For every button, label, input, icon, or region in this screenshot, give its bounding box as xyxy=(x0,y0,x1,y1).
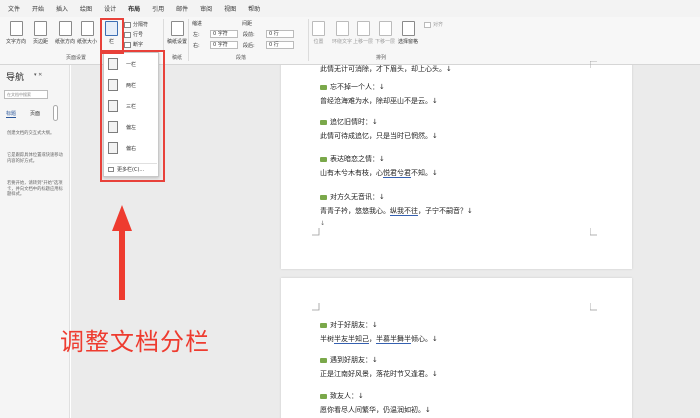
annotation-caption: 调整文档分栏 xyxy=(60,328,210,356)
document-line: 此情无计可消除，才下眉头，却上心头。↓ xyxy=(320,65,452,73)
flag-icon xyxy=(320,84,327,90)
text-direction-icon xyxy=(9,21,23,36)
flag-icon xyxy=(320,194,327,200)
breaks-icon xyxy=(124,21,131,28)
up-arrow-icon xyxy=(112,205,132,300)
tab-headings[interactable]: 标题 xyxy=(6,110,17,118)
send-backward-icon xyxy=(378,21,392,36)
margins-button[interactable]: 页边距 xyxy=(33,21,48,45)
indent-left-label: 左: xyxy=(193,32,200,38)
orientation-button[interactable]: 纸张方向 xyxy=(55,21,75,45)
menu-mailings[interactable]: 邮件 xyxy=(176,4,188,13)
breaks-button[interactable]: 分隔符 xyxy=(124,21,148,28)
tab-pages[interactable]: 页面 xyxy=(30,110,40,117)
margins-icon xyxy=(34,21,47,36)
indent-right-label: 右: xyxy=(193,43,200,49)
space-after-field[interactable]: 0 行 xyxy=(266,41,294,49)
navigation-pane: 导航 ▾ ✕ 在文档中搜索 标题 页面 创建文档的交互式大纲。 它是跟踪具体位置… xyxy=(0,65,70,418)
size-button[interactable]: 纸张大小 xyxy=(77,21,97,45)
document-heading: 遇到好朋友：↓ xyxy=(320,355,378,365)
document-heading: 对于好朋友：↓ xyxy=(320,320,378,330)
document-heading: 致友人：↓ xyxy=(320,391,364,401)
indent-right-field[interactable]: 0 字符 xyxy=(210,41,238,49)
selection-pane-icon xyxy=(401,21,415,36)
menu-draw[interactable]: 绘图 xyxy=(80,4,92,13)
spacing-header: 间距 xyxy=(242,21,253,27)
margin-corner-mark xyxy=(590,303,597,311)
orientation-icon xyxy=(58,21,72,36)
divider xyxy=(188,19,189,61)
hyphenation-icon xyxy=(124,41,131,48)
flag-icon xyxy=(320,357,327,363)
flag-icon xyxy=(320,393,327,399)
space-before-field[interactable]: 0 行 xyxy=(266,30,294,38)
document-heading: 对方久无音讯：↓ xyxy=(320,192,385,202)
nav-description-1: 创建文档的交互式大纲。 xyxy=(7,131,55,136)
document-line: 半树半友半知己，半慕半舞半倾心。↓ xyxy=(320,335,438,344)
page-size-icon xyxy=(80,21,94,36)
indent-left-field[interactable]: 0 字符 xyxy=(210,30,238,38)
menu-home[interactable]: 开始 xyxy=(32,4,44,13)
columns-menu-highlight xyxy=(100,50,165,182)
align-button[interactable]: 对齐 xyxy=(424,21,443,28)
nav-resize-handle[interactable] xyxy=(53,105,58,121)
wrap-text-icon xyxy=(335,21,349,36)
flag-icon xyxy=(320,322,327,328)
wrap-text-button[interactable]: 环绕文字 xyxy=(332,21,352,45)
position-button[interactable]: 位置 xyxy=(312,21,325,45)
draft-settings-button[interactable]: 稿纸设置 xyxy=(167,21,187,45)
menu-view[interactable]: 视图 xyxy=(224,4,236,13)
draft-group-label: 稿纸 xyxy=(172,55,183,61)
indent-header: 缩进 xyxy=(192,21,203,27)
menu-bar: 文件 开始 插入 绘图 设计 布局 引用 邮件 审阅 视图 帮助 xyxy=(0,0,700,17)
document-heading: 追忆旧情时：↓ xyxy=(320,117,378,127)
columns-button-highlight xyxy=(100,18,124,54)
document-line: 愿你看尽人间繁华，仍温润如初。↓ xyxy=(320,406,431,414)
document-line: 曾经沧海难为水，除却巫山不是云。↓ xyxy=(320,97,438,105)
nav-pane-controls[interactable]: ▾ ✕ xyxy=(34,72,42,78)
flag-icon xyxy=(320,119,327,125)
nav-description-2: 它是跟踪具体位置或快速移动内容的好方式。 xyxy=(7,153,63,164)
bring-forward-button[interactable]: 上移一层 xyxy=(353,21,373,45)
menu-insert[interactable]: 插入 xyxy=(56,4,68,13)
text-direction-button[interactable]: 文字方向 xyxy=(6,21,26,45)
nav-description-3: 若要开始，请转到"开始"选项卡，并向文档中的标题应用标题样式。 xyxy=(7,181,63,197)
space-before-label: 段前: xyxy=(243,32,255,38)
nav-search-input[interactable]: 在文档中搜索 xyxy=(4,90,48,99)
margin-corner-mark xyxy=(590,228,597,236)
menu-references[interactable]: 引用 xyxy=(152,4,164,13)
menu-file[interactable]: 文件 xyxy=(8,4,20,13)
flag-icon xyxy=(320,156,327,162)
menu-design[interactable]: 设计 xyxy=(104,4,116,13)
page-setup-group-label: 页面设置 xyxy=(66,55,87,61)
hyphenation-button[interactable]: 断字 xyxy=(124,41,143,48)
menu-layout[interactable]: 布局 xyxy=(128,4,140,13)
send-backward-button[interactable]: 下移一层 xyxy=(375,21,395,45)
document-line: 正是江南好风景，落花时节又逢君。↓ xyxy=(320,370,438,378)
document-line: 此情可待成追忆，只是当时已惘然。↓ xyxy=(320,132,438,140)
document-area[interactable] xyxy=(71,65,700,418)
arrange-group-label: 排列 xyxy=(376,55,387,61)
divider xyxy=(308,19,309,61)
line-numbers-icon xyxy=(124,31,131,38)
bring-forward-icon xyxy=(356,21,370,36)
line-numbers-button[interactable]: 行号 xyxy=(124,31,143,38)
document-heading: 忘不掉一个人：↓ xyxy=(320,82,385,92)
margin-corner-mark xyxy=(590,61,597,68)
draft-paper-icon xyxy=(170,21,184,36)
align-icon xyxy=(424,21,431,28)
menu-help[interactable]: 帮助 xyxy=(248,4,260,13)
document-line: 青青子衿，悠悠我心。纵我不往，子宁不嗣音？↓ xyxy=(320,207,473,216)
margin-corner-mark xyxy=(312,228,320,236)
menu-review[interactable]: 审阅 xyxy=(200,4,212,13)
document-line: 山有木兮木有枝，心悦君兮君不知。↓ xyxy=(320,169,438,178)
position-icon xyxy=(312,21,325,36)
document-heading: 表达暗恋之情：↓ xyxy=(320,154,385,164)
paragraph-mark: ↓ xyxy=(320,220,326,227)
paragraph-group-label: 段落 xyxy=(236,55,247,61)
selection-pane-button[interactable]: 选择窗格 xyxy=(398,21,418,45)
margin-corner-mark xyxy=(312,303,320,311)
nav-title: 导航 xyxy=(6,73,25,83)
space-after-label: 段后: xyxy=(243,43,255,49)
